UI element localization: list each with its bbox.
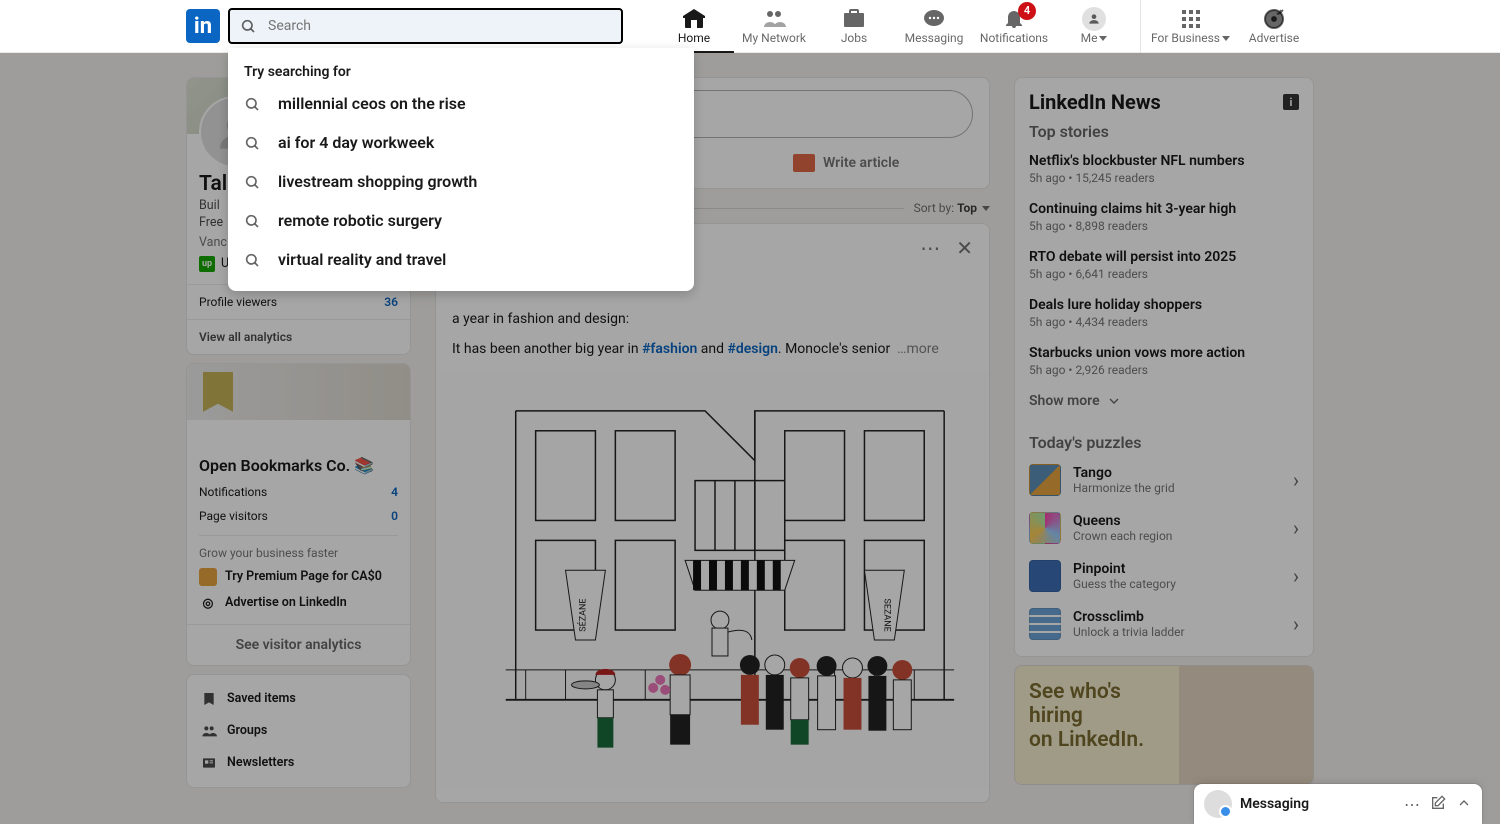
messaging-icon	[922, 7, 946, 31]
search-icon	[244, 135, 262, 151]
network-icon	[762, 7, 786, 31]
messaging-bar[interactable]: Messaging ⋯	[1194, 784, 1482, 824]
target-icon	[1262, 7, 1286, 31]
nav-home[interactable]: Home	[654, 0, 734, 53]
nav-me[interactable]: Me	[1054, 0, 1134, 53]
nav-business[interactable]: For Business	[1147, 0, 1234, 53]
global-navbar: in Try searching for millennial ceos on …	[0, 0, 1500, 53]
search-suggestions-header: Try searching for	[228, 56, 694, 84]
search-suggestion[interactable]: millennial ceos on the rise	[228, 84, 694, 123]
nav-notifications[interactable]: 4 Notifications	[974, 0, 1054, 53]
avatar-icon	[1082, 7, 1106, 31]
grid-icon	[1179, 7, 1203, 31]
nav-network[interactable]: My Network	[734, 0, 814, 53]
search-icon	[240, 18, 256, 34]
nav-label: Messaging	[905, 31, 964, 45]
jobs-icon	[842, 7, 866, 31]
nav-label: Advertise	[1249, 31, 1299, 45]
compose-icon[interactable]	[1430, 795, 1446, 814]
home-icon	[682, 7, 706, 31]
nav-label: Jobs	[841, 31, 867, 45]
search-suggestion[interactable]: virtual reality and travel	[228, 240, 694, 279]
more-icon[interactable]: ⋯	[1404, 795, 1420, 814]
search-suggestion[interactable]: livestream shopping growth	[228, 162, 694, 201]
search-suggestion[interactable]: remote robotic surgery	[228, 201, 694, 240]
nav-label: Notifications	[980, 31, 1048, 45]
search-suggestions-dropdown: Try searching for millennial ceos on the…	[228, 48, 694, 291]
search-input[interactable]	[228, 8, 623, 44]
search-suggestion[interactable]: ai for 4 day workweek	[228, 123, 694, 162]
nav-label: Me	[1081, 31, 1108, 45]
search-container: Try searching for millennial ceos on the…	[228, 8, 623, 44]
nav-label: My Network	[742, 31, 806, 45]
messaging-label: Messaging	[1240, 796, 1396, 812]
notification-badge: 4	[1018, 2, 1036, 20]
suggestion-text: millennial ceos on the rise	[278, 94, 466, 113]
nav-jobs[interactable]: Jobs	[814, 0, 894, 53]
search-icon	[244, 213, 262, 229]
nav-messaging[interactable]: Messaging	[894, 0, 974, 53]
avatar-icon	[1204, 790, 1232, 818]
nav-label: Home	[678, 31, 710, 45]
chevron-up-icon[interactable]	[1456, 795, 1472, 814]
search-icon	[244, 252, 262, 268]
suggestion-text: ai for 4 day workweek	[278, 133, 434, 152]
suggestion-text: remote robotic surgery	[278, 211, 442, 230]
search-icon	[244, 174, 262, 190]
linkedin-logo[interactable]: in	[186, 9, 220, 43]
suggestion-text: virtual reality and travel	[278, 250, 446, 269]
suggestion-text: livestream shopping growth	[278, 172, 477, 191]
nav-advertise[interactable]: Advertise	[1234, 0, 1314, 53]
search-icon	[244, 96, 262, 112]
nav-label: For Business	[1151, 31, 1230, 45]
